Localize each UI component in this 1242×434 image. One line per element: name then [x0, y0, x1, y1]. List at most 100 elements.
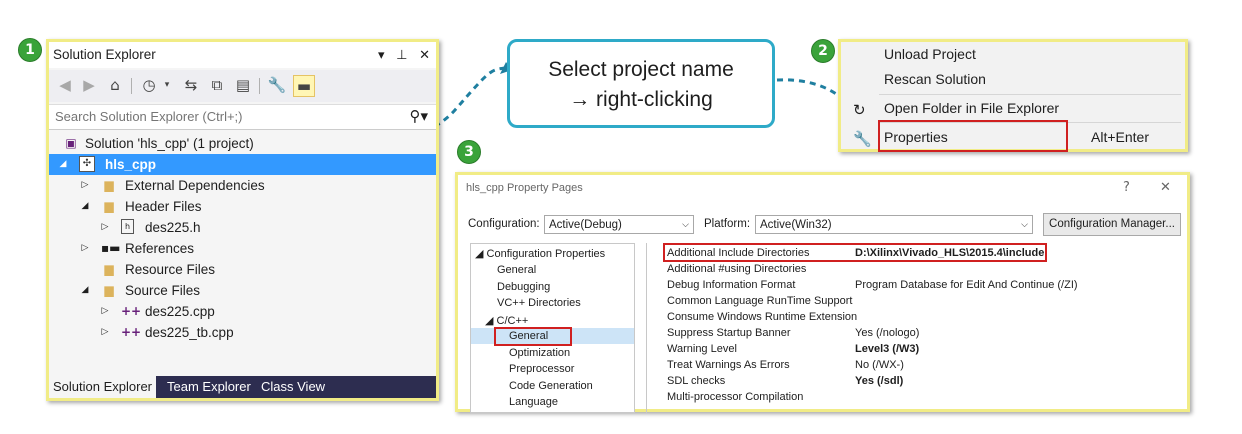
- expanded-arrow-icon[interactable]: ◢: [79, 196, 91, 217]
- property-name: Warning Level: [667, 343, 737, 355]
- property-category-tree: ◢ Configuration Properties General Debug…: [470, 243, 635, 413]
- property-row[interactable]: Debug Information Format Program Databas…: [647, 277, 1186, 293]
- search-input[interactable]: [53, 108, 377, 125]
- configuration-manager-button[interactable]: Configuration Manager...: [1043, 213, 1181, 236]
- tree-item-label: hls_cpp: [105, 157, 157, 172]
- tree-item-project[interactable]: ◢ ✣ hls_cpp: [49, 154, 436, 175]
- folder-icon: ▆: [104, 199, 114, 213]
- help-icon[interactable]: ?: [1123, 180, 1130, 195]
- tree-item-configuration-properties[interactable]: ◢ Configuration Properties: [475, 247, 605, 260]
- history-dropdown-icon[interactable]: ▾: [157, 75, 177, 95]
- show-all-files-icon[interactable]: ▤: [233, 75, 253, 95]
- tree-item-resource-files[interactable]: ▆ Resource Files: [49, 259, 436, 280]
- references-icon: ▪▬: [101, 241, 121, 255]
- chevron-down-icon: ⌵: [682, 220, 689, 230]
- tree-item-references[interactable]: ▷ ▪▬ References: [49, 238, 436, 259]
- toolbar-separator: [131, 78, 132, 94]
- tree-item-code-generation[interactable]: Code Generation: [509, 380, 593, 392]
- tree-item-c-cpp[interactable]: ◢ C/C++: [485, 314, 528, 327]
- toolbar-separator: [259, 78, 260, 94]
- property-row[interactable]: Common Language RunTime Support: [647, 293, 1186, 309]
- configuration-value: Active(Debug): [549, 219, 622, 231]
- platform-label: Platform:: [704, 218, 751, 230]
- property-value: Yes (/sdl): [855, 375, 904, 387]
- folder-icon: ▆: [104, 283, 114, 297]
- back-icon[interactable]: ◀: [55, 75, 75, 95]
- tree-item-optimization[interactable]: Optimization: [509, 347, 570, 359]
- property-value: Program Database for Edit And Continue (…: [855, 279, 1078, 291]
- folder-icon: ▆: [104, 178, 114, 192]
- tab-team-explorer[interactable]: Team Explorer: [163, 376, 255, 398]
- platform-select[interactable]: Active(Win32) ⌵: [755, 215, 1033, 234]
- search-icon[interactable]: ⚲▾: [409, 107, 428, 125]
- history-icon[interactable]: ◷: [139, 75, 159, 95]
- tree-item-header-files[interactable]: ◢ ▆ Header Files: [49, 196, 436, 217]
- close-icon[interactable]: ✕: [419, 47, 430, 62]
- property-row[interactable]: Suppress Startup Banner Yes (/nologo): [647, 325, 1186, 341]
- property-name: Multi-processor Compilation: [667, 391, 804, 403]
- tree-item-des225-tb-cpp[interactable]: ▷ ++ des225_tb.cpp: [49, 322, 436, 343]
- solution-explorer-panel: Solution Explorer ▾ ⊥ ✕ ◀ ▶ ⌂ ◷ ▾ ⇆ ⧉ ▤ …: [46, 39, 439, 401]
- expanded-arrow-icon[interactable]: ◢: [57, 154, 69, 175]
- property-name: Consume Windows Runtime Extension: [667, 311, 858, 323]
- tab-class-view[interactable]: Class View: [257, 376, 329, 398]
- tree-item-label: des225.h: [145, 220, 201, 235]
- tree-item-source-files[interactable]: ◢ ▆ Source Files: [49, 280, 436, 301]
- tree-item-general[interactable]: General: [497, 264, 536, 276]
- property-row[interactable]: Consume Windows Runtime Extension: [647, 309, 1186, 325]
- tree-item-debugging[interactable]: Debugging: [497, 281, 550, 293]
- property-row[interactable]: SDL checks Yes (/sdl): [647, 373, 1186, 389]
- collapsed-arrow-icon[interactable]: ▷: [99, 301, 111, 322]
- expanded-arrow-icon[interactable]: ◢: [79, 280, 91, 301]
- configuration-select[interactable]: Active(Debug) ⌵: [544, 215, 694, 234]
- cpp-file-icon: ++: [121, 325, 142, 339]
- solution-explorer-title: Solution Explorer: [53, 47, 156, 62]
- menu-item-open-folder[interactable]: ↻ Open Folder in File Explorer: [841, 96, 1185, 120]
- solution-explorer-search: ⚲▾: [49, 104, 436, 130]
- tree-item-label: des225_tb.cpp: [145, 325, 234, 340]
- properties-highlight-box: [878, 120, 1068, 152]
- home-icon[interactable]: ⌂: [105, 75, 125, 95]
- property-grid: Additional Include Directories D:\Xilinx…: [646, 243, 1186, 413]
- collapse-all-icon[interactable]: ⧉: [207, 75, 227, 95]
- callout-line-1: Select project name: [548, 58, 734, 81]
- callout-line-2: → right-clicking: [569, 88, 713, 111]
- property-name: Debug Information Format: [667, 279, 796, 291]
- tree-item-des225-h[interactable]: ▷ h des225.h: [49, 217, 436, 238]
- tree-item-preprocessor[interactable]: Preprocessor: [509, 363, 574, 375]
- menu-item-unload-project[interactable]: Unload Project: [841, 42, 1185, 66]
- solution-icon: ▣: [65, 136, 77, 150]
- forward-icon[interactable]: ▶: [79, 75, 99, 95]
- tree-item-label: des225.cpp: [145, 304, 215, 319]
- menu-item-label: Open Folder in File Explorer: [884, 100, 1060, 116]
- collapsed-arrow-icon[interactable]: ▷: [79, 238, 91, 259]
- property-row[interactable]: Additional #using Directories: [647, 261, 1186, 277]
- sync-icon[interactable]: ⇆: [181, 75, 201, 95]
- general-highlight-box: [494, 327, 572, 346]
- collapsed-arrow-icon[interactable]: ▷: [79, 175, 91, 196]
- property-row[interactable]: Warning Level Level3 (/W3): [647, 341, 1186, 357]
- instruction-callout: Select project name → right-clicking: [507, 39, 775, 128]
- configuration-label: Configuration:: [468, 218, 540, 230]
- step-badge-2: 2: [811, 39, 835, 63]
- property-row[interactable]: Treat Warnings As Errors No (/WX-): [647, 357, 1186, 373]
- collapsed-arrow-icon[interactable]: ▷: [99, 217, 111, 238]
- tree-item-language[interactable]: Language: [509, 396, 558, 408]
- tree-item-solution[interactable]: ▣ Solution 'hls_cpp' (1 project): [49, 133, 436, 154]
- property-row[interactable]: Multi-processor Compilation: [647, 389, 1186, 405]
- tab-solution-explorer[interactable]: Solution Explorer: [49, 376, 156, 398]
- properties-wrench-icon[interactable]: 🔧: [267, 75, 287, 95]
- dropdown-icon[interactable]: ▾: [378, 47, 385, 62]
- close-icon[interactable]: ✕: [1160, 180, 1171, 195]
- tree-item-vc-directories[interactable]: VC++ Directories: [497, 297, 581, 309]
- tree-item-external-dependencies[interactable]: ▷ ▆ External Dependencies: [49, 175, 436, 196]
- solution-explorer-title-bar: Solution Explorer ▾ ⊥ ✕: [49, 42, 436, 68]
- header-file-icon: h: [121, 219, 134, 234]
- pin-icon[interactable]: ⊥: [396, 47, 407, 62]
- menu-item-rescan-solution[interactable]: Rescan Solution: [841, 67, 1185, 91]
- wrench-icon: 🔧: [853, 130, 872, 148]
- menu-separator: [879, 94, 1181, 95]
- collapsed-arrow-icon[interactable]: ▷: [99, 322, 111, 343]
- preview-selected-icon[interactable]: ▬: [293, 75, 315, 97]
- tree-item-des225-cpp[interactable]: ▷ ++ des225.cpp: [49, 301, 436, 322]
